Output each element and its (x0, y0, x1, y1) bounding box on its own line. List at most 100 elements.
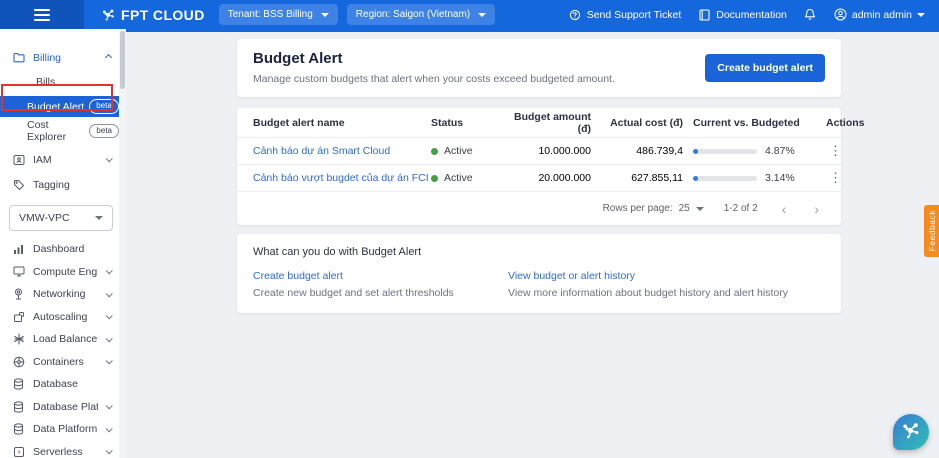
chevron-down-icon (105, 357, 113, 365)
column-header-budget-amount: Budget amount (đ) (514, 110, 591, 135)
rows-per-page-select[interactable]: Rows per page: 25 (603, 203, 704, 214)
status-label: Active (444, 145, 473, 157)
sidebar-item-tagging[interactable]: Tagging (0, 172, 119, 197)
next-page-icon[interactable]: › (810, 201, 823, 217)
sidebar-item-billing[interactable]: Billing (0, 45, 119, 70)
sidebar-item-compute-engine[interactable]: Compute Engine (0, 261, 119, 284)
chevron-down-icon (105, 155, 113, 163)
iam-icon (12, 153, 25, 166)
sidebar-item-autoscaling[interactable]: Autoscaling (0, 306, 119, 329)
active-status-dot (431, 174, 438, 182)
sidebar-item-label: Dashboard (33, 243, 85, 256)
sidebar-item-budget-alert[interactable]: Budget Alert beta (0, 96, 119, 117)
sidebar-scrollbar-thumb[interactable] (120, 31, 125, 89)
sidebar-item-label: Database Platform (33, 400, 98, 413)
support-chat-button[interactable] (893, 414, 929, 450)
row-actions-kebab-icon[interactable]: ⋮ (826, 170, 845, 186)
page-title: Budget Alert (253, 50, 343, 67)
notifications-button[interactable] (804, 8, 817, 21)
info-link-description: Create new budget and set alert threshol… (253, 287, 454, 299)
table-pagination: Rows per page: 25 1-2 of 2 ‹ › (237, 191, 841, 225)
column-header-actions: Actions (826, 116, 865, 129)
percent-label: 3.14% (765, 172, 795, 184)
user-menu[interactable]: admin admin (834, 8, 925, 21)
data-platform-icon (12, 423, 25, 436)
sidebar-item-label: Compute Engine (33, 265, 98, 278)
sidebar-item-database[interactable]: Database (0, 373, 119, 396)
rows-per-page-label: Rows per page: (602, 203, 673, 214)
pagination-range-label: 1-2 of 2 (723, 203, 758, 214)
sidebar-item-containers[interactable]: Containers (0, 351, 119, 374)
sidebar-item-cost-explorer[interactable]: Cost Explorer beta (0, 119, 119, 143)
actual-cost-value: 486.739,4 (636, 145, 683, 157)
containers-icon (12, 355, 25, 368)
chevron-down-icon (105, 425, 113, 433)
sidebar-item-dashboard[interactable]: Dashboard (0, 238, 119, 261)
sidebar-item-networking[interactable]: Networking (0, 283, 119, 306)
chevron-down-icon (105, 335, 113, 343)
column-header-status: Status (431, 116, 464, 129)
fpt-cloud-logo[interactable]: FPT CLOUD (102, 7, 205, 23)
create-budget-alert-link[interactable]: Create budget alert (253, 270, 343, 282)
row-actions-kebab-icon[interactable]: ⋮ (826, 143, 845, 159)
sidebar-item-database-platform[interactable]: Database Platform (0, 396, 119, 419)
user-avatar-icon (834, 8, 847, 21)
documentation-label: Documentation (716, 8, 787, 21)
chevron-up-icon (104, 53, 113, 62)
region-label: Region: Saigon (Vietnam) (355, 9, 471, 20)
vpc-selected-value: VMW-VPC (19, 212, 70, 224)
send-support-ticket-link[interactable]: Send Support Ticket (569, 8, 682, 21)
sidebar-scrollbar (119, 29, 126, 458)
sidebar-item-label: Autoscaling (33, 310, 88, 323)
app-root: FPT CLOUD Tenant: BSS Billing Region: Sa… (0, 0, 939, 458)
sidebar-item-serverless[interactable]: Serverless (0, 441, 119, 458)
budget-alert-name-link[interactable]: Cảnh báo vượt bugdet của dự án FCI (253, 172, 431, 184)
serverless-icon (12, 445, 25, 458)
previous-page-icon[interactable]: ‹ (778, 201, 791, 217)
sidebar-item-data-platform[interactable]: Data Platform (0, 418, 119, 441)
sidebar-item-label: Tagging (33, 178, 70, 191)
chat-molecule-icon (902, 421, 920, 444)
sidebar-item-bills[interactable]: Bills (0, 70, 119, 94)
sidebar-item-label: Load Balancer (33, 333, 98, 346)
column-header-current-vs-budgeted: Current vs. Budgeted (693, 116, 800, 129)
dashboard-icon (12, 243, 25, 256)
documentation-icon (698, 8, 711, 21)
active-status-dot (431, 147, 438, 155)
progress-bar (693, 148, 757, 154)
sidebar-item-label: Bills (36, 76, 56, 88)
sidebar-item-label: Data Platform (33, 423, 98, 436)
sidebar-item-load-balancer[interactable]: Load Balancer (0, 328, 119, 351)
chevron-down-icon (105, 402, 113, 410)
chevron-down-icon (105, 312, 113, 320)
support-ticket-label: Send Support Ticket (586, 8, 682, 21)
support-ticket-icon (569, 8, 582, 21)
view-budget-history-link[interactable]: View budget or alert history (508, 270, 635, 282)
create-budget-alert-button[interactable]: Create budget alert (705, 54, 825, 82)
budget-alert-table-card: Budget alert name Status Budget amount (… (237, 108, 865, 225)
info-card: What can you do with Budget Alert Create… (237, 234, 841, 313)
autoscaling-icon (12, 310, 25, 323)
database-platform-icon (12, 400, 25, 413)
region-selector[interactable]: Region: Saigon (Vietnam) (346, 4, 496, 25)
menu-toggle-button[interactable] (0, 0, 84, 29)
progress-fill (693, 175, 699, 181)
vpc-selector[interactable]: VMW-VPC (9, 205, 113, 231)
budget-alert-name-link[interactable]: Cảnh báo dự án Smart Cloud (253, 145, 431, 157)
beta-badge: beta (89, 123, 119, 139)
load-balancer-icon (12, 333, 25, 346)
sidebar-item-label: Billing (33, 51, 62, 64)
actual-cost-value: 627.855,11 (631, 172, 683, 184)
budget-amount-value: 10.000.000 (538, 145, 591, 157)
documentation-link[interactable]: Documentation (698, 8, 787, 21)
table-row: Cảnh báo dự án Smart Cloud Active 10.000… (237, 137, 842, 164)
chevron-down-icon (105, 290, 113, 298)
content-top-strip (126, 29, 939, 32)
feedback-tab[interactable]: Feedback (924, 205, 939, 257)
sidebar-item-iam[interactable]: IAM (0, 147, 119, 172)
tenant-selector[interactable]: Tenant: BSS Billing (218, 4, 338, 25)
tenant-label: Tenant: BSS Billing (227, 9, 313, 20)
column-header-name: Budget alert name (253, 116, 345, 129)
logo-text: FPT CLOUD (121, 6, 205, 23)
folder-icon (12, 51, 25, 64)
